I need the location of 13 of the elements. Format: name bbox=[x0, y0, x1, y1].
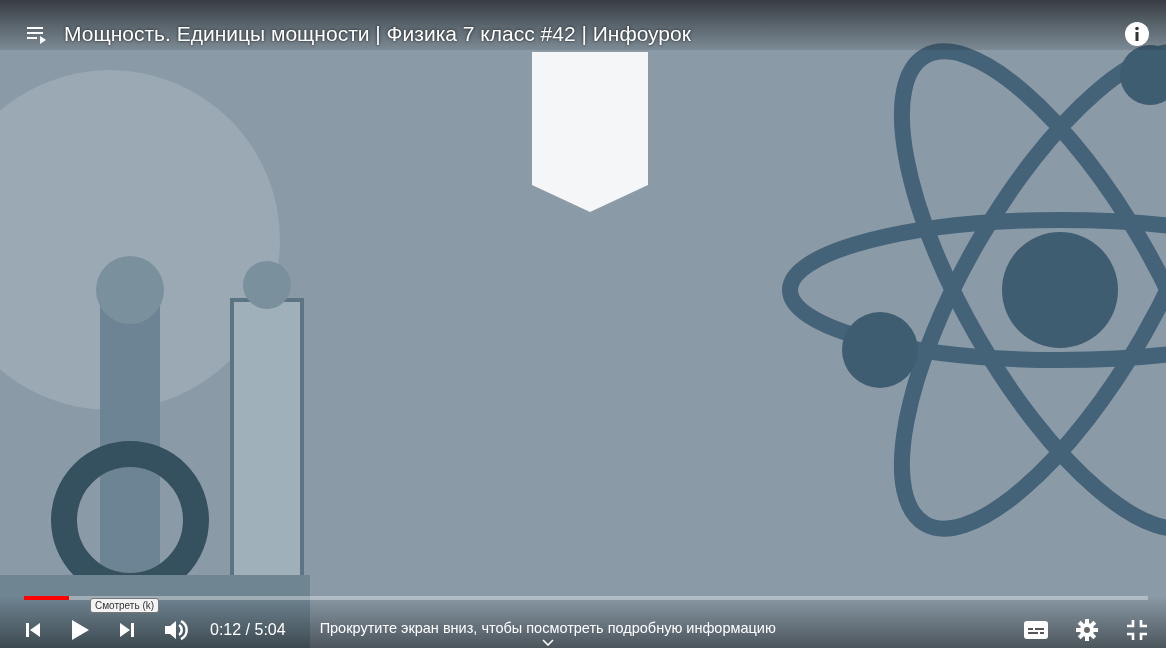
previous-icon[interactable] bbox=[24, 621, 42, 639]
chevron-down-icon[interactable] bbox=[541, 639, 554, 646]
info-icon[interactable] bbox=[1124, 21, 1150, 47]
play-icon[interactable] bbox=[70, 619, 90, 641]
exit-fullscreen-icon[interactable] bbox=[1126, 619, 1148, 641]
volume-icon[interactable] bbox=[164, 619, 188, 641]
subtitles-icon[interactable] bbox=[1024, 621, 1048, 639]
next-icon[interactable] bbox=[118, 621, 136, 639]
playlist-icon[interactable] bbox=[26, 24, 48, 44]
settings-icon[interactable] bbox=[1076, 619, 1098, 641]
time-display: 0:12 / 5:04 bbox=[210, 621, 286, 639]
scroll-hint[interactable]: Прокрутите экран вниз, чтобы посмотреть подробную информацию bbox=[319, 620, 776, 636]
tooltip: Смотреть (k) bbox=[90, 598, 160, 613]
